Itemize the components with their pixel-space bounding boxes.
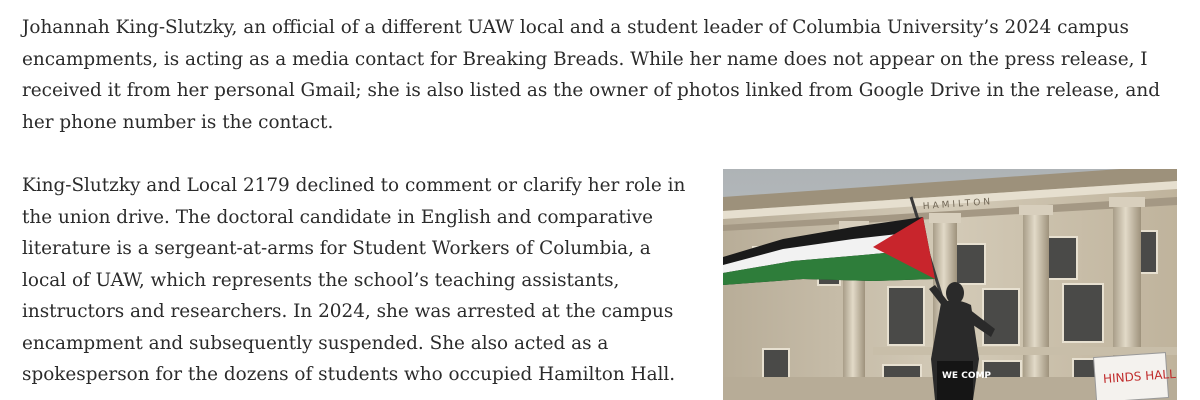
article-photo: HAMILTON WE COMP HINDS HALL [723,169,1177,400]
sign-left-text: WE COMP [942,371,991,381]
paragraph-line: literature is a sergeant-at-arms for Stu… [22,238,651,259]
paragraph-line: spokesperson for the dozens of students … [22,364,676,385]
paragraph-line: received it from her personal Gmail; she… [22,80,1160,101]
paragraph-line: encampment and subsequently suspended. S… [22,332,609,354]
paragraph-line: the union drive. The doctoral candidate … [22,206,654,228]
paragraph-1: Johannah King-Slutzky, an official of a … [22,12,1182,138]
article: Johannah King-Slutzky, an official of a … [0,0,1200,400]
balustrade [873,347,1177,355]
paragraph-line: instructors and researchers. In 2024, sh… [22,301,674,322]
paragraph-line: King-Slutzky and Local 2179 declined to … [22,175,686,196]
paragraph-line: local of UAW, which represents the schoo… [22,269,620,291]
paragraph-2: King-Slutzky and Local 2179 declined to … [22,170,712,391]
paragraph-line: her phone number is the contact. [22,111,334,133]
paragraph-line: Johannah King-Slutzky, an official of a … [22,17,1129,38]
photo-illustration: HAMILTON WE COMP HINDS HALL [723,169,1177,400]
protest-sign-right: HINDS HALL [1093,352,1177,400]
paragraph-line: encampments, is acting as a media contac… [22,48,1148,70]
